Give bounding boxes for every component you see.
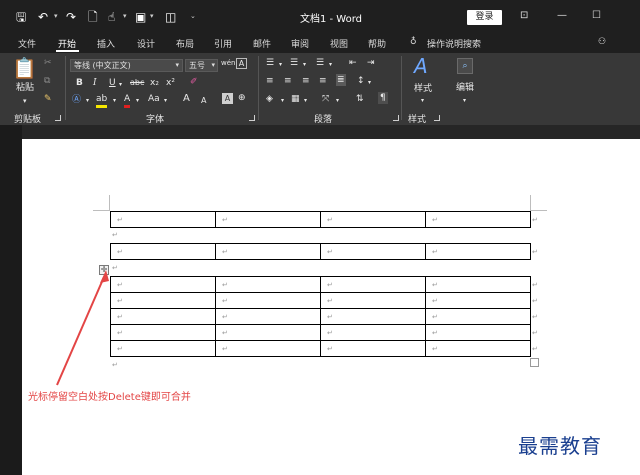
annotation-text: 光标停留空白处按Delete键即可合并 [28, 392, 191, 403]
watermark-text: 最需教育 [518, 434, 602, 458]
arrow-line [56, 276, 105, 386]
annotation-arrow [56, 270, 109, 386]
arrow-head [100, 270, 109, 283]
